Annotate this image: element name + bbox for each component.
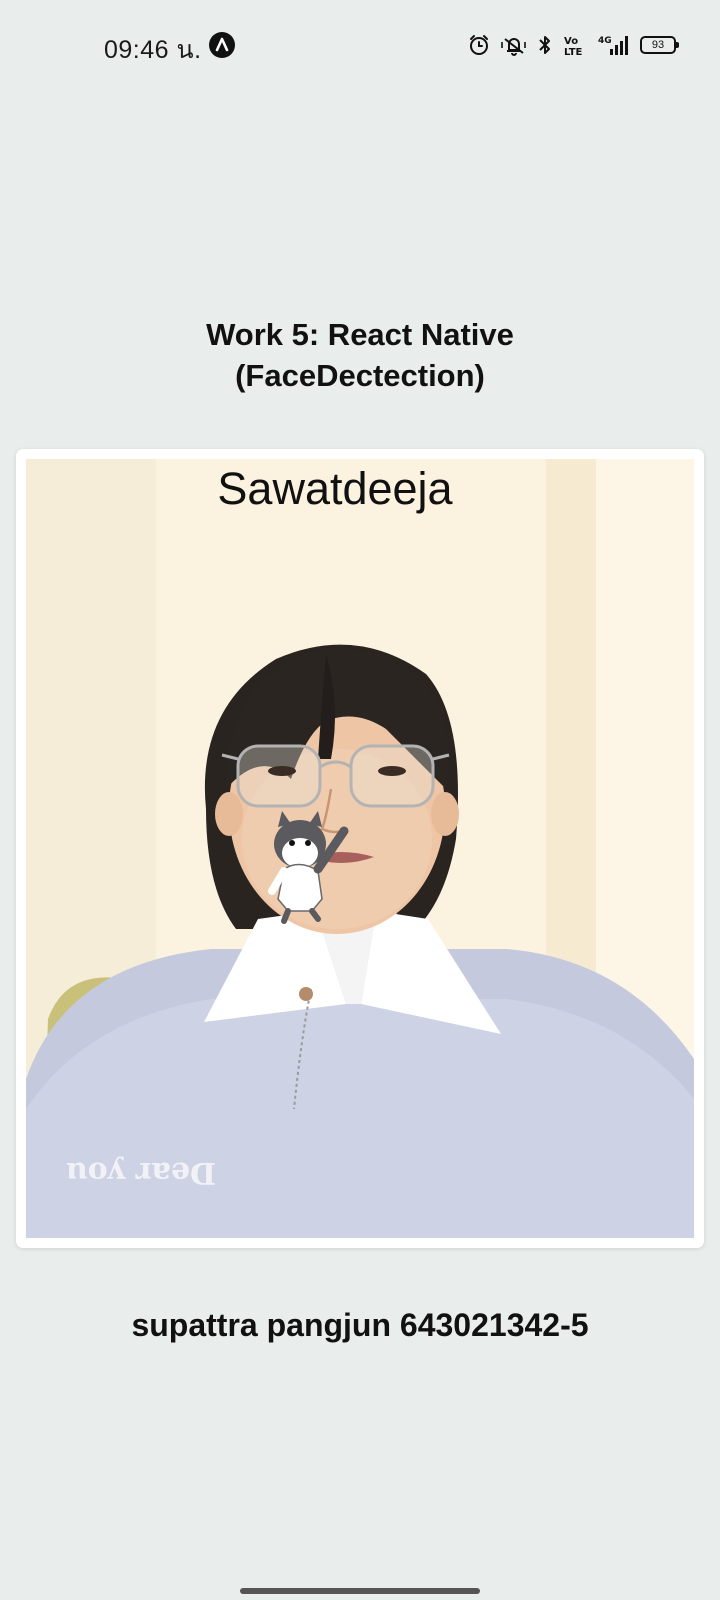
face-overlay-text: Sawatdeeja	[217, 463, 453, 514]
status-time: 09:46 น.	[104, 36, 202, 64]
svg-text:Vo: Vo	[564, 36, 578, 47]
home-indicator[interactable]	[240, 1588, 480, 1594]
camera-photo: Dear you Sawatdeeja	[26, 459, 694, 1238]
page-title-line1: Work 5: React Native	[206, 317, 514, 352]
nav-status-icon	[209, 32, 235, 58]
status-icons: Vo LTE 4G 93	[468, 32, 679, 58]
svg-text:LTE: LTE	[564, 47, 583, 56]
page-title-line2: (FaceDectection)	[235, 358, 485, 393]
bluetooth-icon	[538, 34, 552, 56]
student-credit: supattra pangjun 643021342-5	[131, 1307, 589, 1343]
page-title: Work 5: React Native (FaceDectection)	[0, 314, 720, 396]
camera-card: Dear you Sawatdeeja	[16, 449, 704, 1248]
status-bar: 09:46 น. Vo LTE 4G 93	[0, 0, 720, 92]
battery-icon: 93	[640, 36, 679, 54]
volte-icon: Vo LTE	[562, 34, 588, 56]
signal-4g-icon: 4G	[598, 34, 630, 56]
svg-text:4G: 4G	[598, 36, 612, 46]
camera-scene: Dear you	[26, 459, 694, 1238]
alarm-icon	[468, 34, 490, 56]
shirt-print: Dear you	[66, 1155, 216, 1190]
vibrate-icon	[500, 34, 528, 56]
